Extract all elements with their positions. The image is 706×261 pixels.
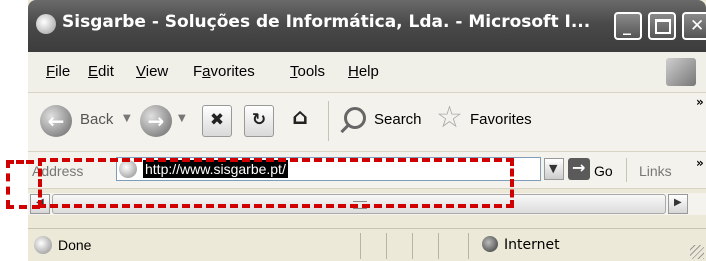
minimize-button[interactable]: _: [614, 12, 642, 40]
zone-text: Internet: [504, 237, 560, 253]
address-bar: Address http://www.sisgarbe.pt/ ▼ → Go L…: [28, 152, 706, 189]
address-dropdown-button[interactable]: ▼: [544, 158, 564, 180]
minimize-icon: _: [623, 16, 631, 35]
go-button[interactable]: →: [568, 158, 590, 180]
highlight-leader-top: [6, 160, 34, 164]
highlight-leader-vertical: [6, 160, 10, 208]
address-label: Address: [32, 163, 84, 179]
links-overflow-button[interactable]: »: [696, 156, 704, 170]
go-label[interactable]: Go: [594, 163, 613, 179]
menu-edit-key: E: [88, 63, 99, 80]
status-pane-divider: [386, 233, 387, 259]
menu-help[interactable]: Help: [348, 63, 379, 80]
maximize-icon: [655, 19, 671, 34]
menu-help-key: H: [348, 63, 359, 80]
menu-favorites-post: vorites: [210, 63, 255, 80]
status-pane-divider: [438, 233, 439, 259]
browser-window: Sisgarbe - Soluções de Informática, Lda.…: [28, 0, 706, 261]
back-dropdown-icon[interactable]: ▼: [123, 113, 131, 124]
go-arrow-icon: →: [572, 158, 586, 177]
toolbar-overflow-button[interactable]: »: [696, 95, 704, 109]
menu-file-post: ile: [55, 63, 71, 80]
horizontal-scrollbar[interactable]: ◀ ▶: [28, 193, 706, 215]
search-label: Search: [374, 111, 422, 128]
menu-tools-post: ools: [297, 63, 326, 80]
scroll-thumb[interactable]: [52, 194, 666, 214]
forward-arrow-icon: →: [147, 109, 165, 133]
refresh-icon: ↻: [251, 110, 267, 130]
back-button[interactable]: ←: [40, 105, 72, 137]
status-pane-divider: [468, 233, 469, 259]
page-done-icon: [34, 236, 52, 254]
status-pane-divider: [360, 233, 361, 259]
title-bar[interactable]: Sisgarbe - Soluções de Informática, Lda.…: [28, 0, 706, 52]
menu-tools[interactable]: Tools: [290, 63, 325, 80]
content-area: ◀ ▶: [28, 189, 706, 227]
forward-dropdown-icon[interactable]: ▼: [178, 113, 186, 124]
stop-button[interactable]: ✖: [202, 105, 232, 137]
maximize-button[interactable]: [648, 12, 676, 40]
ie-icon: [36, 14, 56, 34]
home-icon: ⌂: [292, 105, 308, 130]
window-title: Sisgarbe - Soluções de Informática, Lda.…: [62, 12, 591, 32]
status-pane-divider: [412, 233, 413, 259]
page-icon: [119, 160, 137, 178]
refresh-button[interactable]: ↻: [244, 105, 274, 137]
back-label: Back: [80, 111, 114, 128]
menu-favorites[interactable]: Favorites: [193, 63, 255, 80]
menu-file-key: F: [46, 63, 56, 80]
menu-bar: File Edit View Favorites Tools Help: [28, 52, 706, 93]
grip-icon: [353, 201, 367, 209]
status-bar: Done Internet: [28, 228, 706, 261]
address-input[interactable]: http://www.sisgarbe.pt/: [116, 157, 541, 181]
search-icon-handle: [340, 123, 350, 134]
chevron-down-icon: ▼: [549, 162, 558, 175]
status-text: Done: [58, 237, 92, 253]
menu-edit[interactable]: Edit: [88, 63, 114, 80]
back-arrow-icon: ←: [47, 109, 65, 133]
address-separator: [626, 158, 627, 182]
menu-view[interactable]: View: [136, 63, 168, 80]
scroll-right-button[interactable]: ▶: [668, 194, 688, 214]
menu-favorites-key: a: [202, 63, 211, 80]
menu-help-post: elp: [358, 63, 379, 80]
windows-flag-icon: [666, 58, 696, 86]
standard-toolbar: ← Back ▼ → ▼ ✖ ↻ ⌂ Search ☆ Favorites »: [28, 93, 706, 152]
menu-edit-post: dit: [98, 63, 114, 80]
search-button[interactable]: [338, 105, 370, 137]
menu-tools-key: T: [290, 63, 298, 80]
home-button[interactable]: ⌂: [286, 105, 314, 135]
menu-file[interactable]: File: [46, 63, 70, 80]
close-icon: ✕: [690, 16, 705, 36]
links-button[interactable]: Links: [639, 163, 672, 179]
internet-zone-icon: [482, 236, 498, 252]
menu-view-key: V: [136, 63, 146, 80]
stop-icon: ✖: [209, 110, 225, 130]
highlight-leader-bottom: [6, 205, 40, 209]
favorites-star-icon[interactable]: ☆: [436, 103, 463, 133]
forward-button[interactable]: →: [140, 105, 172, 137]
address-url[interactable]: http://www.sisgarbe.pt/: [143, 160, 288, 178]
favorites-label: Favorites: [470, 111, 532, 128]
scroll-left-button[interactable]: ◀: [30, 194, 50, 214]
resize-grip-icon[interactable]: [690, 245, 704, 259]
close-button[interactable]: ✕: [682, 12, 706, 40]
menu-favorites-pre: F: [193, 63, 203, 80]
toolbar-separator: [328, 101, 329, 141]
menu-view-post: iew: [145, 63, 169, 80]
arrow-right-icon: ▶: [674, 197, 682, 208]
